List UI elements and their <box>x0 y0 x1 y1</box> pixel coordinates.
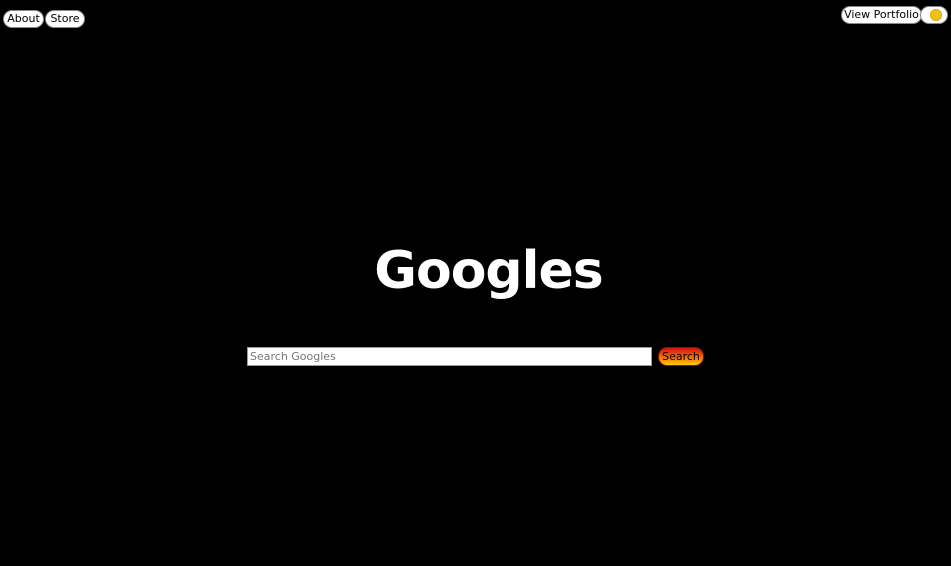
about-link[interactable]: About <box>3 10 44 28</box>
sun-icon <box>931 10 941 20</box>
theme-toggle-button[interactable] <box>920 6 948 24</box>
logo-title: Googles <box>374 241 603 301</box>
search-button[interactable]: Search <box>658 347 704 366</box>
store-link[interactable]: Store <box>45 10 85 28</box>
view-portfolio-button[interactable]: View Portfolio <box>841 6 922 24</box>
search-input[interactable] <box>247 347 652 366</box>
page: About Store View Portfolio Googles Searc… <box>0 0 951 566</box>
